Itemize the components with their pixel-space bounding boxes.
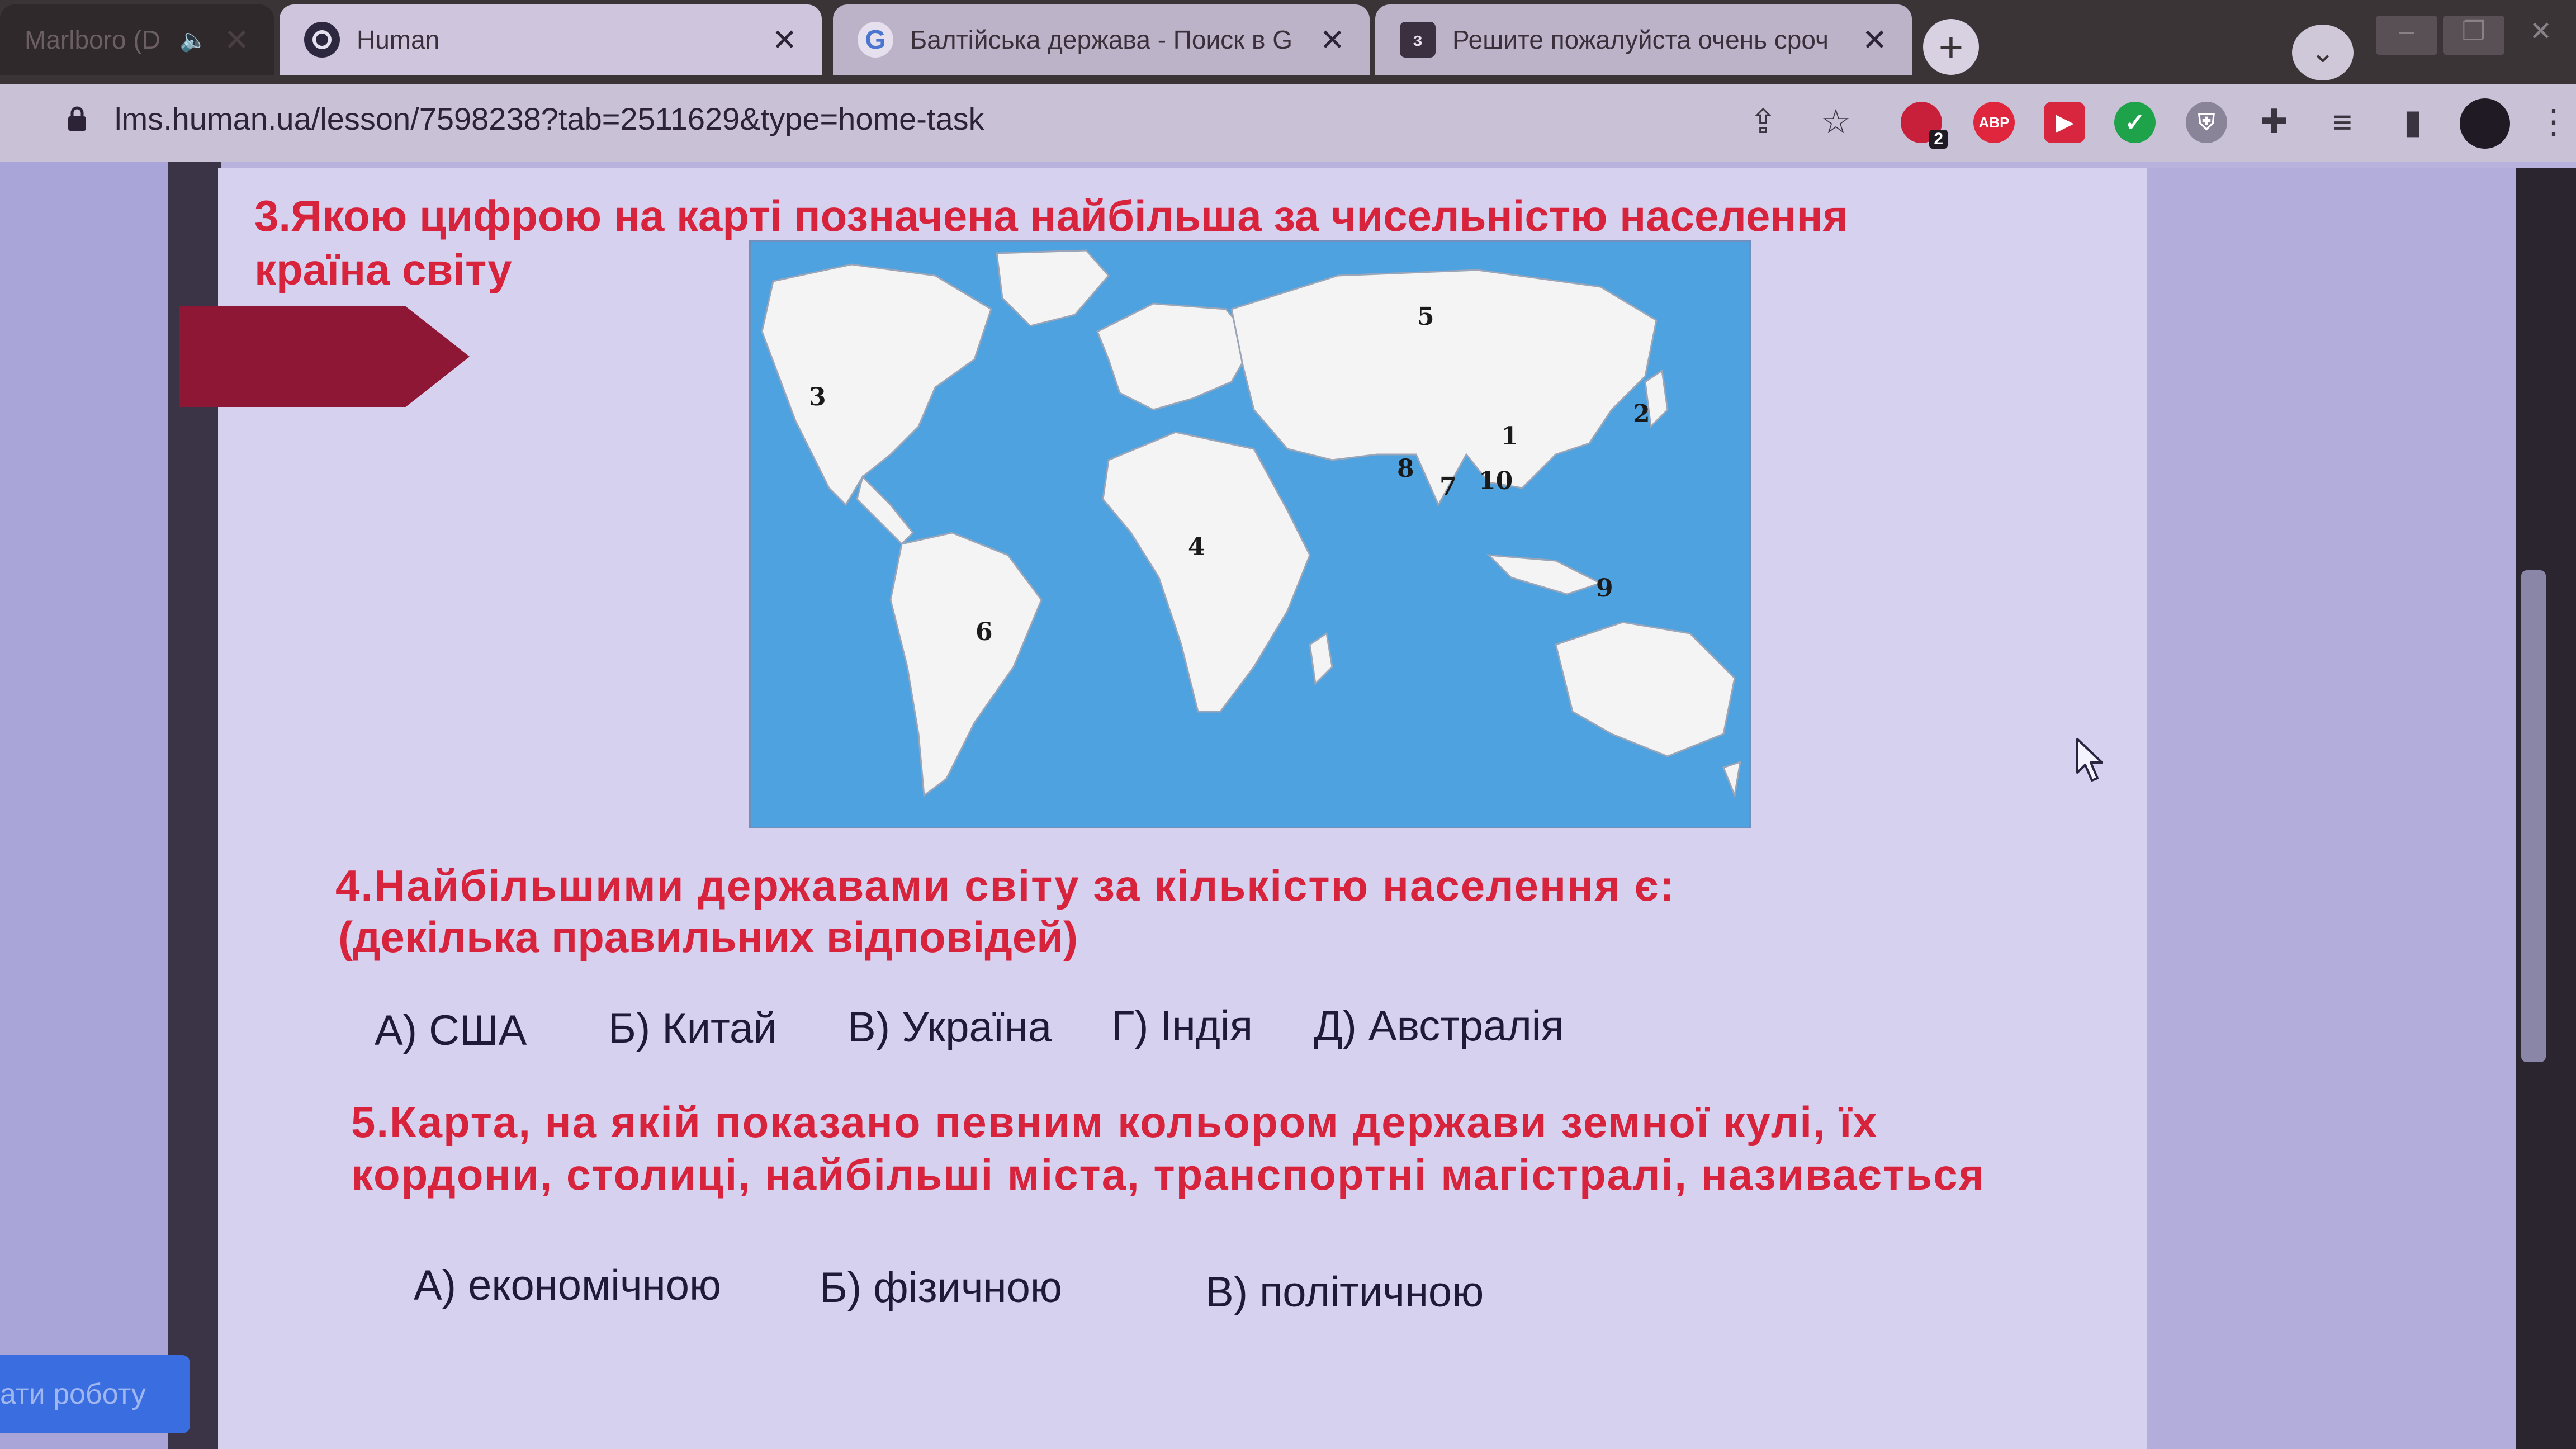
close-tab-icon[interactable]: ✕ <box>1320 22 1345 58</box>
map-label-2: 2 <box>1633 400 1650 428</box>
menu-kebab-icon[interactable]: ⋮ <box>2532 101 2575 143</box>
reading-list-icon[interactable]: ≡ <box>2321 101 2364 143</box>
q4-option-b[interactable]: Б) Китай <box>608 1004 777 1053</box>
close-window-button[interactable]: ✕ <box>2510 16 2572 55</box>
profile-avatar[interactable] <box>2460 98 2510 149</box>
scrollbar[interactable] <box>2516 168 2576 1449</box>
url-field[interactable]: lms.human.ua/lesson/7598238?tab=2511629&… <box>115 101 984 137</box>
map-label-5: 5 <box>1417 302 1434 331</box>
scrollbar-thumb[interactable] <box>2521 570 2546 1062</box>
map-label-8: 8 <box>1397 454 1414 483</box>
map-label-7: 7 <box>1439 472 1457 501</box>
check-extension-icon[interactable]: ✓ <box>2114 102 2156 143</box>
question-4-hint: (декілька правильних відповідей) <box>338 912 1078 962</box>
right-margin <box>2147 168 2516 1449</box>
google-icon: G <box>858 22 893 58</box>
close-tab-icon[interactable]: ✕ <box>1862 22 1887 58</box>
q4-option-a[interactable]: А) США <box>375 1006 527 1055</box>
question-3-text: 3.Якою цифрою на карті позначена найбіль… <box>254 191 1849 240</box>
q4-option-c[interactable]: В) Україна <box>847 1003 1052 1052</box>
extension-red-icon[interactable]: 2 <box>1901 102 1948 149</box>
tab-human[interactable]: Human ✕ <box>280 4 822 75</box>
map-label-6: 6 <box>976 618 993 646</box>
close-tab-icon[interactable]: ✕ <box>772 22 797 58</box>
map-label-3: 3 <box>809 383 826 411</box>
submit-work-button[interactable]: ати роботу <box>0 1355 190 1433</box>
map-label-9: 9 <box>1596 574 1613 603</box>
lock-icon[interactable] <box>66 106 88 132</box>
world-map: 1 2 3 4 5 6 7 8 9 10 <box>749 240 1751 828</box>
tab-title: Решите пожалуйста очень сроч <box>1452 25 1829 54</box>
tab-title: Human <box>357 25 440 54</box>
map-label-10: 10 <box>1479 467 1513 495</box>
share-icon[interactable]: ⇪ <box>1742 101 1784 143</box>
map-label-1: 1 <box>1501 422 1518 451</box>
q5-option-a[interactable]: А) економічною <box>414 1261 721 1310</box>
question-5-text: 5.Карта, на якій показано певним кольоро… <box>351 1097 1986 1199</box>
restore-button[interactable]: ❐ <box>2443 16 2504 55</box>
extensions-puzzle-icon[interactable]: ✚ <box>2253 101 2295 143</box>
question-4-text: 4.Найбільшими державами світу за кількіс… <box>335 861 1675 910</box>
tab-marlboro[interactable]: Marlboro (D 🔈 ✕ <box>0 4 274 75</box>
close-tab-icon[interactable]: ✕ <box>224 22 249 58</box>
tab-title: Marlboro (D <box>25 25 160 54</box>
tab-search-chevron-icon[interactable]: ⌄ <box>2292 25 2354 80</box>
shield-icon[interactable]: ⛨ <box>2186 102 2227 143</box>
speaker-icon[interactable]: 🔈 <box>179 27 207 53</box>
q4-option-e[interactable]: Д) Австралія <box>1314 1002 1564 1050</box>
human-logo-icon <box>304 22 340 58</box>
new-tab-button[interactable]: + <box>1923 19 1979 75</box>
world-map-image: 1 2 3 4 5 6 7 8 9 10 <box>761 249 1741 799</box>
left-sidebar <box>0 162 168 1449</box>
adblock-icon[interactable]: ABP <box>1973 102 2015 143</box>
extension-badge: 2 <box>1929 130 1948 149</box>
question-3-text-cont: країна світу <box>254 245 512 294</box>
minimize-button[interactable]: – <box>2376 16 2437 55</box>
tab-strip: Marlboro (D 🔈 ✕ Human ✕ G Балтійська дер… <box>0 0 2576 84</box>
side-panel-icon[interactable]: ▮ <box>2392 101 2434 143</box>
media-extension-icon[interactable]: ▶ <box>2044 102 2085 143</box>
tab-znanija[interactable]: з Решите пожалуйста очень сроч ✕ <box>1375 4 1912 75</box>
mouse-pointer-icon <box>2076 738 2103 782</box>
q5-option-b[interactable]: Б) фізичною <box>820 1263 1062 1312</box>
q5-option-c[interactable]: В) політичною <box>1205 1268 1484 1317</box>
znanija-icon: з <box>1400 22 1436 58</box>
map-label-4: 4 <box>1188 533 1205 561</box>
tab-google-search[interactable]: G Балтійська держава - Поиск в G ✕ <box>833 4 1370 75</box>
tab-title: Балтійська держава - Поиск в G <box>910 25 1293 54</box>
q4-option-d[interactable]: Г) Індія <box>1111 1002 1253 1050</box>
bookmark-star-icon[interactable]: ☆ <box>1815 101 1857 143</box>
